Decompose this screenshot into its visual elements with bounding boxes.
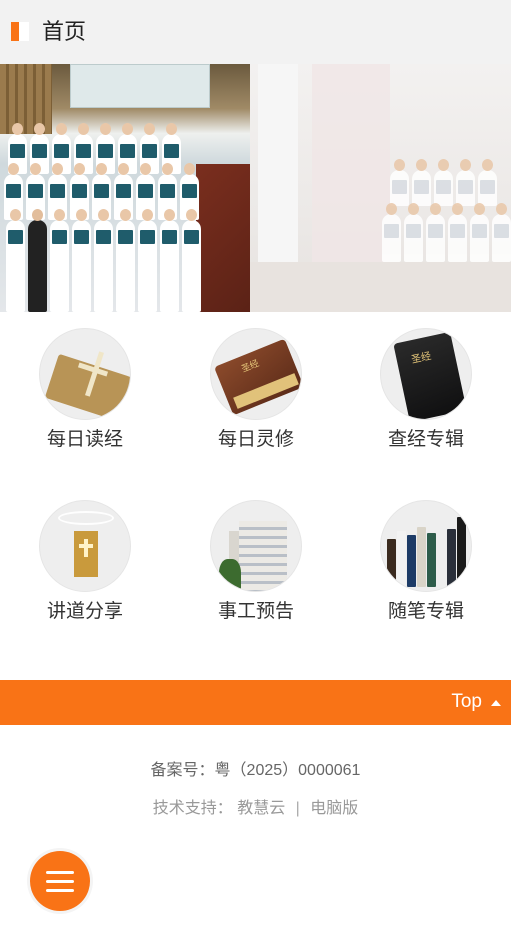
wood-panel (0, 64, 52, 134)
back-to-top-button[interactable]: Top (451, 690, 501, 714)
bible-book-icon: 圣经 (210, 328, 302, 420)
menu-item-daily-reading[interactable]: 每日读经 (0, 312, 170, 496)
menu-item-label: 每日读经 (46, 429, 123, 450)
banner-slide-choir[interactable] (0, 64, 250, 312)
church-altar-icon (39, 500, 131, 592)
menu-item-bible-study[interactable]: 圣经 查经专辑 (341, 312, 511, 496)
menu-item-essays[interactable]: 随笔专辑 (341, 484, 511, 668)
menu-item-ministry-notice[interactable]: 事工预告 (171, 484, 341, 668)
caret-up-icon (491, 700, 501, 706)
brand-mark-light (19, 22, 29, 41)
footer-separator: | (295, 800, 300, 817)
tech-support-line: 技术支持： 教慧云 | 电脑版 (0, 799, 511, 819)
support-vendor-link[interactable]: 教慧云 (237, 800, 285, 817)
page-header: 首页 (0, 0, 511, 64)
banner-carousel[interactable] (0, 64, 511, 312)
menu-fab-button[interactable] (30, 851, 90, 911)
bookshelf-icon (380, 500, 472, 592)
hamburger-icon-bar (46, 879, 74, 883)
icp-record: 备案号：粤（2025）0000061 (150, 762, 361, 779)
menu-item-label: 查经专辑 (387, 429, 464, 450)
support-label: 技术支持： (152, 800, 233, 817)
church-building-icon (210, 500, 302, 592)
menu-item-label: 讲道分享 (46, 601, 123, 622)
hamburger-icon-bar (46, 870, 74, 874)
black-bible-icon: 圣经 (380, 328, 472, 420)
bible-cross-icon (39, 328, 131, 420)
choir-row-front (6, 209, 201, 312)
choir-row-stage-front (382, 203, 511, 262)
back-to-top-bar: Top (0, 680, 511, 725)
hamburger-icon-bar (46, 888, 74, 892)
menu-item-sermon-sharing[interactable]: 讲道分享 (0, 484, 170, 668)
menu-item-daily-devotion[interactable]: 圣经 每日灵修 (171, 312, 341, 496)
projection-screen (70, 64, 210, 108)
menu-item-label: 事工预告 (217, 601, 294, 622)
brand-mark-icon (11, 22, 19, 41)
stair-railing (196, 164, 250, 312)
back-to-top-label: Top (451, 691, 482, 712)
banner-slide-performance[interactable] (250, 64, 511, 312)
page-title: 首页 (42, 19, 87, 44)
menu-item-label: 随笔专辑 (387, 601, 464, 622)
desktop-version-link[interactable]: 电脑版 (310, 800, 358, 817)
category-grid: 每日读经 圣经 每日灵修 圣经 查经专辑 讲道分享 事工预告 随笔专辑 (0, 312, 511, 680)
choir-row-stage-back (390, 159, 497, 206)
stage-rail (250, 262, 511, 312)
menu-item-label: 每日灵修 (217, 429, 294, 450)
